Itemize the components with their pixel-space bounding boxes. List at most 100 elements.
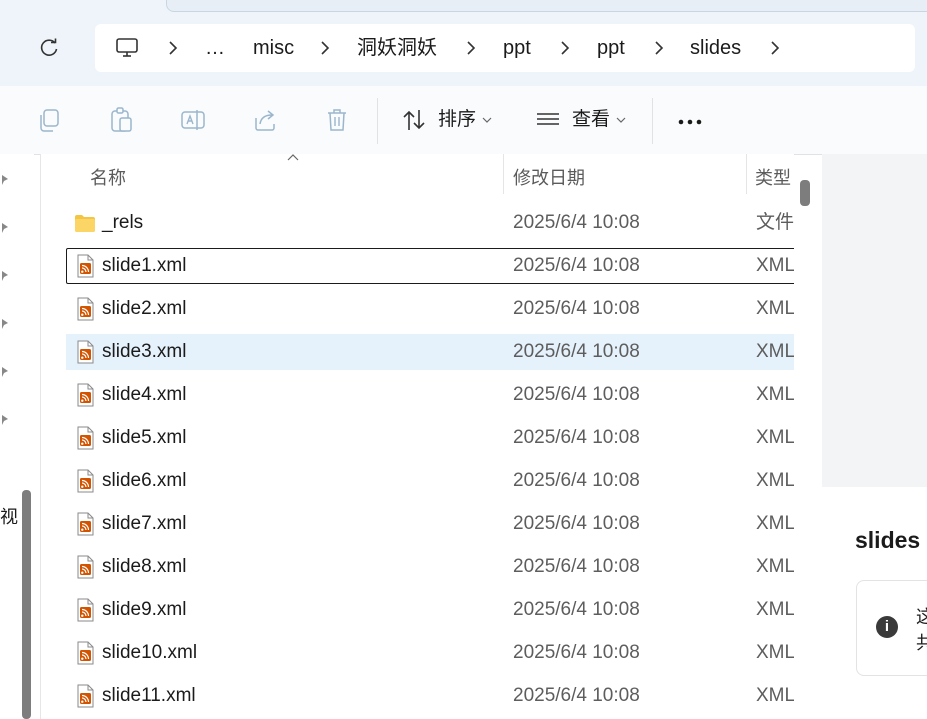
file-row[interactable]: slide8.xml 2025/6/4 10:08 XML bbox=[66, 549, 794, 585]
share-icon[interactable] bbox=[252, 106, 278, 134]
file-name: slide9.xml bbox=[102, 599, 187, 620]
tab-strip bbox=[166, 0, 927, 12]
info-icon: i bbox=[876, 616, 898, 638]
file-type: XML bbox=[756, 341, 794, 362]
file-row[interactable]: slide4.xml 2025/6/4 10:08 XML bbox=[66, 377, 794, 413]
file-type: XML bbox=[756, 384, 794, 405]
column-divider[interactable] bbox=[746, 154, 747, 194]
nav-item-label[interactable]: 视 bbox=[0, 503, 18, 529]
file-type: XML bbox=[756, 599, 794, 620]
file-date: 2025/6/4 10:08 bbox=[513, 556, 640, 577]
info-text: 这共 bbox=[916, 607, 927, 653]
pin-icon[interactable] bbox=[0, 270, 10, 282]
file-date: 2025/6/4 10:08 bbox=[513, 470, 640, 491]
file-name: slide5.xml bbox=[102, 427, 187, 448]
file-name: slide8.xml bbox=[102, 556, 187, 577]
file-date: 2025/6/4 10:08 bbox=[513, 599, 640, 620]
delete-icon[interactable] bbox=[324, 106, 350, 134]
chevron-right-icon[interactable] bbox=[765, 38, 785, 58]
file-date: 2025/6/4 10:08 bbox=[513, 298, 640, 319]
file-row[interactable]: slide3.xml 2025/6/4 10:08 XML bbox=[66, 334, 794, 370]
file-name: slide11.xml bbox=[102, 685, 196, 706]
folder-icon bbox=[75, 215, 95, 232]
file-type: 文件夹 bbox=[756, 212, 794, 233]
file-date: 2025/6/4 10:08 bbox=[513, 513, 640, 534]
address-bar[interactable]: … misc 洞妖洞妖 ppt ppt slides bbox=[95, 24, 915, 72]
sort-icon[interactable] bbox=[401, 106, 427, 134]
breadcrumb-misc[interactable]: misc bbox=[253, 24, 294, 72]
file-name: slide4.xml bbox=[102, 384, 187, 405]
toolbar-separator bbox=[377, 98, 378, 144]
sort-button-label[interactable]: 排序 bbox=[438, 107, 476, 133]
file-name: slide2.xml bbox=[102, 298, 187, 319]
chevron-down-icon[interactable] bbox=[616, 116, 626, 124]
view-icon[interactable] bbox=[535, 106, 561, 134]
copy-icon[interactable] bbox=[36, 106, 62, 134]
breadcrumb-ppt-2[interactable]: ppt bbox=[597, 24, 625, 72]
column-header-name[interactable]: 名称 bbox=[90, 164, 126, 190]
nav-scrollbar[interactable] bbox=[22, 490, 31, 719]
breadcrumb-ppt[interactable]: ppt bbox=[503, 24, 531, 72]
file-type: XML bbox=[756, 642, 794, 663]
view-button-label[interactable]: 查看 bbox=[572, 107, 610, 133]
file-row[interactable]: slide5.xml 2025/6/4 10:08 XML bbox=[66, 420, 794, 456]
xml-file-icon bbox=[77, 641, 94, 665]
xml-file-icon bbox=[77, 598, 94, 622]
file-type: XML bbox=[756, 513, 794, 534]
file-type: XML bbox=[756, 298, 794, 319]
column-divider[interactable] bbox=[503, 154, 504, 194]
file-name: slide3.xml bbox=[102, 341, 187, 362]
file-row[interactable]: slide7.xml 2025/6/4 10:08 XML bbox=[66, 506, 794, 542]
xml-file-icon bbox=[77, 254, 94, 278]
file-name: slide1.xml bbox=[102, 255, 187, 276]
more-icon[interactable] bbox=[677, 118, 705, 126]
column-header-type[interactable]: 类型 bbox=[755, 164, 791, 190]
pin-icon[interactable] bbox=[0, 366, 10, 378]
breadcrumb-overflow[interactable]: … bbox=[205, 24, 225, 72]
pin-icon[interactable] bbox=[0, 414, 10, 426]
file-list[interactable]: 名称 修改日期 类型 _rels 2025/6/4 10:08 文件夹 slide1.… bbox=[41, 154, 794, 719]
file-date: 2025/6/4 10:08 bbox=[513, 255, 640, 276]
file-type: XML bbox=[756, 255, 794, 276]
file-date: 2025/6/4 10:08 bbox=[513, 427, 640, 448]
file-row[interactable]: slide11.xml 2025/6/4 10:08 XML bbox=[66, 678, 794, 714]
pin-icon[interactable] bbox=[0, 174, 10, 186]
breadcrumb-folder[interactable]: 洞妖洞妖 bbox=[357, 24, 437, 72]
chevron-right-icon[interactable] bbox=[315, 38, 335, 58]
file-type: XML bbox=[756, 427, 794, 448]
breadcrumb-slides[interactable]: slides bbox=[690, 24, 741, 72]
toolbar-separator bbox=[652, 98, 653, 144]
xml-file-icon bbox=[77, 383, 94, 407]
file-date: 2025/6/4 10:08 bbox=[513, 384, 640, 405]
rename-icon[interactable] bbox=[180, 106, 206, 134]
xml-file-icon bbox=[77, 555, 94, 579]
file-row[interactable]: _rels 2025/6/4 10:08 文件夹 bbox=[66, 205, 794, 241]
chevron-right-icon[interactable] bbox=[555, 38, 575, 58]
column-header-date[interactable]: 修改日期 bbox=[513, 164, 585, 190]
file-row[interactable]: slide9.xml 2025/6/4 10:08 XML bbox=[66, 592, 794, 628]
xml-file-icon bbox=[77, 340, 94, 364]
refresh-button[interactable] bbox=[26, 28, 72, 68]
file-date: 2025/6/4 10:08 bbox=[513, 212, 640, 233]
list-scrollbar[interactable] bbox=[800, 180, 810, 206]
chevron-right-icon[interactable] bbox=[649, 38, 669, 58]
file-row[interactable]: slide2.xml 2025/6/4 10:08 XML bbox=[66, 291, 794, 327]
chevron-down-icon[interactable] bbox=[482, 116, 492, 124]
pin-icon[interactable] bbox=[0, 222, 10, 234]
paste-icon[interactable] bbox=[108, 106, 134, 134]
file-name: slide7.xml bbox=[102, 513, 187, 534]
file-type: XML bbox=[756, 470, 794, 491]
file-row[interactable]: slide6.xml 2025/6/4 10:08 XML bbox=[66, 463, 794, 499]
computer-icon[interactable] bbox=[115, 36, 139, 60]
file-row[interactable]: slide10.xml 2025/6/4 10:08 XML bbox=[66, 635, 794, 671]
xml-file-icon bbox=[77, 426, 94, 450]
file-row[interactable]: slide1.xml 2025/6/4 10:08 XML bbox=[66, 248, 794, 284]
chevron-right-icon[interactable] bbox=[461, 38, 481, 58]
file-name: slide10.xml bbox=[102, 642, 198, 663]
file-type: XML bbox=[756, 556, 794, 577]
file-date: 2025/6/4 10:08 bbox=[513, 685, 640, 706]
pin-icon[interactable] bbox=[0, 318, 10, 330]
xml-file-icon bbox=[77, 684, 94, 708]
chevron-right-icon[interactable] bbox=[163, 38, 183, 58]
file-type: XML bbox=[756, 685, 794, 706]
